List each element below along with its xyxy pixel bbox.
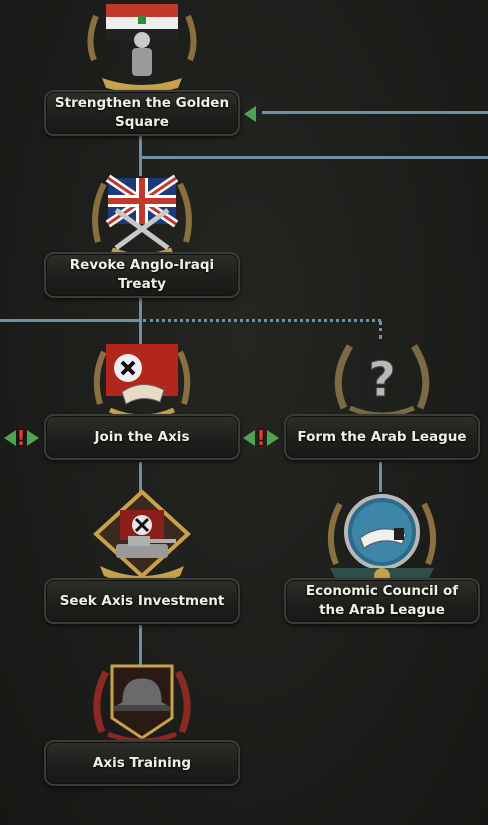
focus-label: Revoke Anglo-Iraqi Treaty <box>44 252 240 298</box>
connector-dotted-line <box>143 319 381 322</box>
connector-line <box>139 625 142 667</box>
focus-label: Axis Training <box>44 740 240 786</box>
focus-label: Join the Axis <box>44 414 240 460</box>
focus-form-the-arab-league[interactable]: ? Form the Arab League <box>284 338 480 462</box>
focus-label: Strengthen the Golden Square <box>44 90 240 136</box>
mutually-exclusive-arrow-icon <box>243 430 255 446</box>
connector-line <box>141 156 488 159</box>
mutually-exclusive-mark-icon: ! <box>256 426 266 450</box>
focus-label: Form the Arab League <box>284 414 480 460</box>
mutually-exclusive-arrow-icon <box>267 430 279 446</box>
focus-axis-training[interactable]: Axis Training <box>44 662 240 788</box>
focus-seek-axis-investment[interactable]: Seek Axis Investment <box>44 488 240 626</box>
mutually-exclusive-arrow-icon <box>4 430 16 446</box>
focus-revoke-anglo-iraqi-treaty[interactable]: Revoke Anglo-Iraqi Treaty <box>44 172 240 300</box>
focus-economic-council-arab-league[interactable]: Economic Council of the Arab League <box>284 488 480 626</box>
union-jack-swords-icon <box>92 174 192 259</box>
iraq-flag-soldier-icon <box>87 4 197 92</box>
connector-line <box>0 319 142 322</box>
focus-strengthen-golden-square[interactable]: Strengthen the Golden Square <box>44 0 240 137</box>
unknown-question-mark-icon: ? <box>334 344 430 418</box>
axis-tank-icon <box>93 489 191 584</box>
focus-label: Economic Council of the Arab League <box>284 578 480 624</box>
mutually-exclusive-mark-icon: ! <box>16 426 26 450</box>
connector-line <box>262 111 488 114</box>
svg-text:?: ? <box>368 352 396 408</box>
mutually-exclusive-arrow-icon <box>244 106 256 122</box>
focus-tree: ! ! Strengthen the Golden Square Revoke … <box>0 0 488 825</box>
mutually-exclusive-arrow-icon <box>27 430 39 446</box>
focus-join-the-axis[interactable]: Join the Axis <box>44 338 240 462</box>
axis-flag-handshake-icon <box>93 344 191 420</box>
german-helmet-icon <box>93 664 191 744</box>
handshake-globe-icon <box>327 494 437 584</box>
connector-dotted-line <box>379 321 382 339</box>
focus-label: Seek Axis Investment <box>44 578 240 624</box>
